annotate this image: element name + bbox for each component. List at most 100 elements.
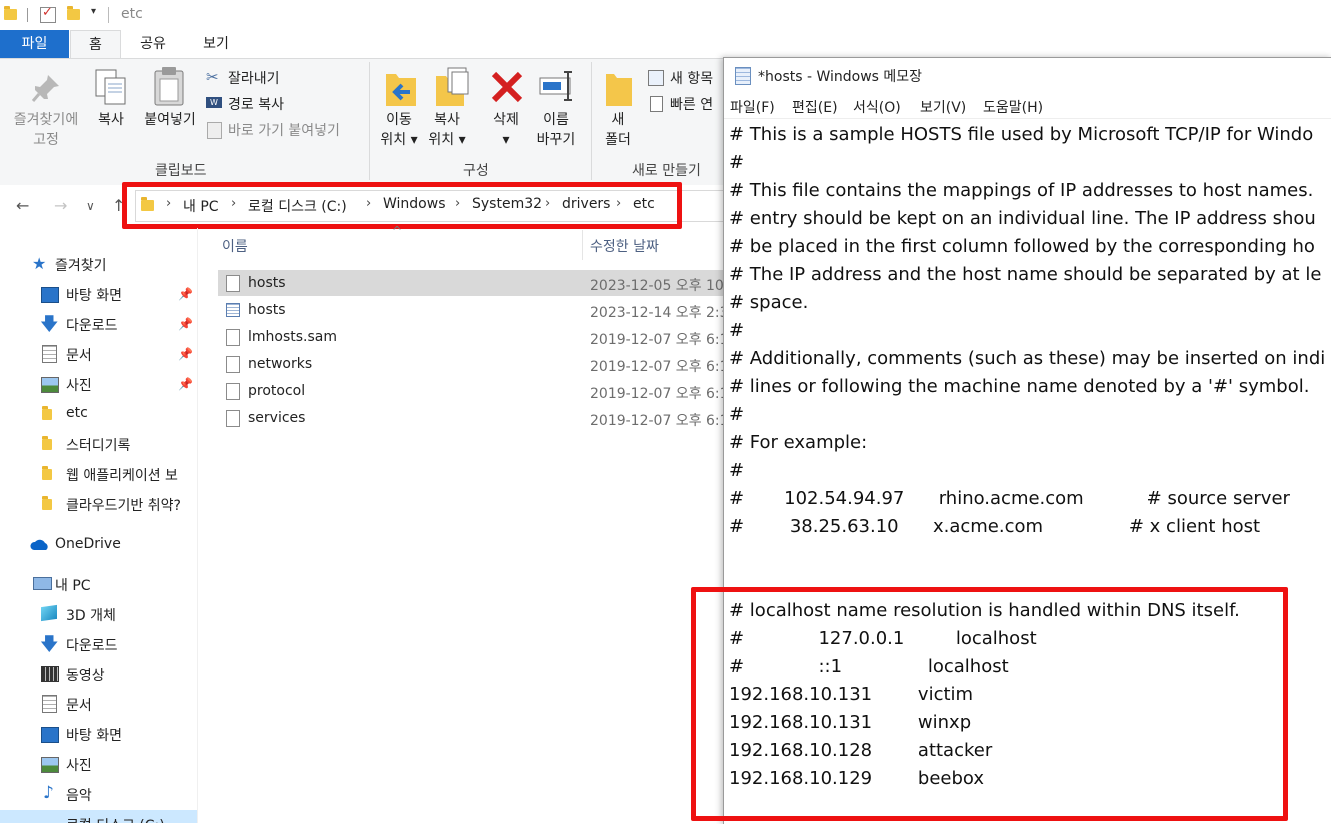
divider	[27, 8, 28, 22]
pictures-icon	[41, 757, 59, 773]
pin-icon: 📌	[178, 287, 193, 301]
file-date: 2019-12-07 오후 6:1	[590, 359, 729, 375]
text-line: #	[729, 460, 745, 481]
menu-edit[interactable]: 편집(E)	[792, 97, 838, 117]
nav-item-3d-objects[interactable]: 3D 개체	[66, 605, 116, 625]
back-icon[interactable]: ←	[16, 196, 29, 215]
nav-item-etc[interactable]: etc	[66, 405, 88, 421]
menu-help[interactable]: 도움말(H)	[983, 97, 1043, 117]
move-to-button[interactable]: 이동 위치 ▾	[376, 110, 422, 150]
cut-button[interactable]: 잘라내기	[228, 68, 280, 88]
text-line: # This is a sample HOSTS file used by Mi…	[729, 124, 1314, 145]
nav-item-study[interactable]: 스터디기록	[66, 435, 130, 455]
file-name[interactable]: hosts	[248, 302, 286, 318]
file-icon	[226, 383, 240, 400]
paste-button[interactable]: 붙여넣기	[138, 110, 202, 130]
notepad-icon	[735, 67, 751, 85]
rename-button[interactable]: 이름 바꾸기	[530, 110, 582, 150]
text-line: # be placed in the first column followed…	[729, 236, 1315, 257]
file-name[interactable]: services	[248, 410, 305, 426]
file-icon	[226, 356, 240, 373]
nav-item-web-app[interactable]: 웹 애플리케이션 보	[66, 465, 196, 485]
tab-share[interactable]: 공유	[128, 30, 178, 58]
divider	[197, 228, 198, 823]
column-header-date-modified[interactable]: 수정한 날짜	[590, 236, 659, 256]
nav-item-pictures[interactable]: 사진	[66, 375, 92, 395]
new-folder-button[interactable]: 새 폴더	[598, 110, 638, 150]
delete-button[interactable]: 삭제 ▾	[484, 110, 528, 150]
tab-view[interactable]: 보기	[190, 30, 242, 58]
copy-path-icon: W	[206, 97, 222, 108]
menu-format[interactable]: 서식(O)	[853, 97, 901, 117]
text-line: #	[729, 404, 745, 425]
nav-quick-access[interactable]: 즐겨찾기	[55, 255, 107, 275]
star-icon: ★	[32, 254, 47, 273]
text-line: # For example:	[729, 432, 868, 453]
nav-item-documents[interactable]: 문서	[66, 345, 92, 365]
sort-ascending-icon: ^	[392, 224, 403, 238]
chevron-down-icon[interactable]: ∨	[86, 199, 95, 213]
tab-file[interactable]: 파일	[0, 30, 69, 58]
tab-home[interactable]: 홈	[70, 30, 121, 59]
text-line: # This file contains the mappings of IP …	[729, 180, 1314, 201]
paste-shortcut-button[interactable]: 바로 가기 붙여넣기	[228, 120, 340, 140]
scissors-icon: ✂	[206, 68, 219, 86]
file-date: 2019-12-07 오후 6:1	[590, 332, 729, 348]
divider	[582, 230, 583, 260]
nav-this-pc[interactable]: 내 PC	[55, 575, 91, 595]
group-label-organize: 구성	[463, 163, 489, 179]
group-label-clipboard: 클립보드	[155, 163, 207, 179]
copy-to-button[interactable]: 복사 위치 ▾	[424, 110, 470, 150]
new-item-button[interactable]: 새 항목	[670, 68, 713, 88]
forward-icon[interactable]: →	[54, 196, 67, 215]
file-icon	[226, 329, 240, 346]
divider	[591, 62, 592, 180]
nav-item-music[interactable]: 음악	[66, 785, 92, 805]
nav-item-documents[interactable]: 문서	[66, 695, 92, 715]
divider	[724, 118, 1331, 119]
file-name[interactable]: networks	[248, 356, 312, 372]
file-icon	[226, 410, 240, 427]
pin-icon	[31, 75, 59, 102]
download-icon: 🡇	[40, 634, 59, 655]
file-date: 2019-12-07 오후 6:1	[590, 413, 729, 429]
pictures-icon	[41, 377, 59, 393]
nav-item-local-disk[interactable]: 로컬 디스크 (C:)	[66, 815, 165, 823]
new-folder-icon[interactable]	[67, 6, 80, 20]
easy-access-button[interactable]: 빠른 연	[670, 94, 713, 114]
column-header-name[interactable]: 이름	[222, 236, 248, 256]
pin-to-quick-access-button[interactable]: 즐겨찾기에 고정	[4, 110, 88, 150]
folder-icon	[42, 406, 52, 420]
nav-item-cloud[interactable]: 클라우드기반 취약?	[66, 495, 196, 515]
nav-item-local-disk-selected[interactable]: 로컬 디스크 (C:)	[0, 810, 197, 823]
this-pc-icon	[33, 577, 52, 590]
divider	[108, 7, 109, 23]
folder-icon	[42, 436, 52, 450]
file-name[interactable]: protocol	[248, 383, 305, 399]
nav-item-downloads[interactable]: 다운로드	[66, 315, 118, 335]
nav-item-pictures[interactable]: 사진	[66, 755, 92, 775]
file-name[interactable]: lmhosts.sam	[248, 329, 337, 345]
copy-path-button[interactable]: 경로 복사	[228, 94, 284, 114]
pin-icon: 📌	[178, 347, 193, 361]
nav-item-desktop[interactable]: 바탕 화면	[66, 725, 122, 745]
text-line: # Additionally, comments (such as these)…	[729, 348, 1326, 369]
text-line: # 102.54.94.97 rhino.acme.com # source s…	[729, 488, 1290, 509]
3d-objects-icon	[41, 604, 57, 622]
chevron-down-icon[interactable]: ▾	[91, 6, 96, 17]
nav-item-videos[interactable]: 동영상	[66, 665, 105, 685]
file-name[interactable]: hosts	[248, 275, 286, 291]
nav-item-downloads[interactable]: 다운로드	[66, 635, 118, 655]
menu-file[interactable]: 파일(F)	[730, 97, 775, 117]
nav-item-desktop[interactable]: 바탕 화면	[66, 285, 122, 305]
rename-icon	[539, 71, 572, 101]
copy-button[interactable]: 복사	[92, 110, 130, 130]
move-to-icon	[386, 74, 416, 106]
nav-onedrive[interactable]: OneDrive	[55, 536, 121, 552]
documents-icon	[42, 695, 57, 713]
highlight-box	[122, 182, 682, 229]
properties-icon[interactable]	[40, 5, 56, 23]
pin-icon: 📌	[178, 377, 193, 391]
onedrive-icon	[30, 539, 48, 550]
menu-view[interactable]: 보기(V)	[920, 97, 966, 117]
